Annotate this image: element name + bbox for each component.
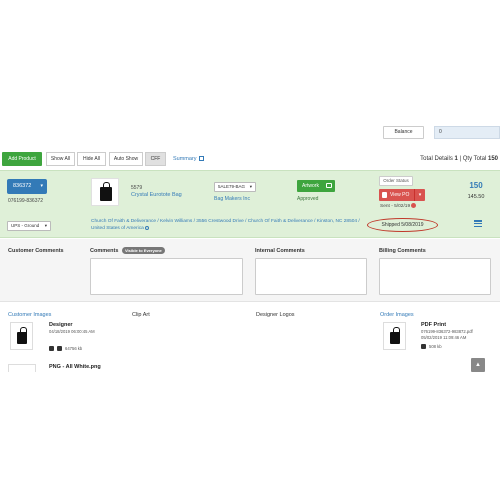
scroll-to-top-button[interactable]: ▲ — [471, 358, 485, 372]
auto-show-button[interactable]: Auto Show — [109, 152, 143, 166]
summary-label: Summary — [173, 156, 197, 162]
sku-select-value: 5ALE79-BAG — [218, 184, 246, 189]
sub-order-number: 076199-836372 — [8, 198, 44, 204]
order-images-link[interactable]: Order Images — [380, 312, 414, 318]
shipped-status: Shipped 5/08/2019 — [367, 218, 438, 232]
shipping-method-value: UPS - Ground — [11, 223, 40, 228]
designer-image-date: 04/18/2019 06:00:45 AM — [49, 329, 95, 334]
add-product-button[interactable]: Add Product — [2, 152, 42, 166]
bag-image-icon — [100, 182, 112, 201]
balance-button[interactable]: Balance — [383, 126, 424, 139]
vendor-link[interactable]: Bag Makers Inc — [214, 196, 250, 202]
totals-prefix: Total Details — [420, 156, 453, 162]
pdf-image-size: 508 kb — [429, 344, 442, 349]
chevron-down-icon: ▾ — [44, 223, 47, 228]
mail-icon[interactable] — [57, 346, 62, 352]
balance-field[interactable]: 0 — [434, 126, 500, 139]
hamburger-menu-icon[interactable] — [474, 220, 482, 228]
shipping-method-select[interactable]: UPS - Ground ▾ — [7, 221, 51, 231]
sent-status: Sent - 5/02/19 — [380, 203, 417, 209]
internal-comments-label: Internal Comments — [255, 248, 305, 254]
pdf-image-file: 076199-836372-983872.pdf — [421, 329, 473, 334]
order-number: 836372 — [13, 183, 32, 189]
comments-title: Comments — [90, 247, 119, 254]
bag-image-icon — [17, 327, 27, 344]
customer-images-link[interactable]: Customer Images — [8, 312, 51, 318]
shipping-address-text: Church Of Faith & Deliverance / Kelvin W… — [91, 219, 360, 231]
pdf-image-date: 05/02/2019 11:09:46 AM — [421, 335, 467, 340]
internal-comments-textarea[interactable] — [255, 258, 367, 295]
sent-label: Sent - 5/02/19 — [380, 203, 411, 209]
external-link-icon — [199, 156, 205, 162]
hide-all-button[interactable]: Hide All — [77, 152, 106, 166]
product-name-link[interactable]: Crystal Eurotote Bag — [131, 192, 182, 198]
view-po-dropdown[interactable]: ▾ — [414, 189, 425, 201]
shipping-address-link[interactable]: Church Of Faith & Deliverance / Kelvin W… — [91, 218, 361, 232]
designer-logos-label: Designer Logos — [256, 312, 295, 318]
arrow-up-icon: ▲ — [475, 362, 481, 368]
cff-button[interactable]: CFF — [145, 152, 166, 166]
png-image-name: PNG - All White.png — [49, 364, 101, 370]
chevron-down-icon: ▾ — [40, 183, 43, 189]
designer-image-actions: 64756 kb — [49, 346, 82, 352]
total-count: 1 — [454, 156, 458, 162]
customer-comments-label: Customer Comments — [8, 248, 64, 254]
product-code: 5579 — [131, 185, 143, 191]
billing-comments-textarea[interactable] — [379, 258, 491, 295]
product-thumbnail[interactable] — [91, 178, 119, 206]
designer-image-thumbnail[interactable] — [10, 322, 33, 350]
sku-select[interactable]: 5ALE79-BAG ▾ — [214, 182, 256, 192]
png-image-thumbnail[interactable] — [8, 364, 36, 372]
artwork-button[interactable]: Artwork — [297, 180, 335, 192]
download-icon[interactable] — [49, 346, 54, 352]
pdf-image-name: PDF Print — [421, 322, 447, 328]
chevron-down-icon: ▾ — [249, 184, 252, 189]
order-number-button[interactable]: 836372 ▾ — [7, 179, 47, 194]
mail-icon[interactable] — [421, 344, 426, 350]
comments-label: Comments Visible to Everyone — [90, 247, 165, 254]
designer-image-size: 64756 kb — [65, 346, 83, 351]
search-icon — [145, 225, 150, 230]
approval-status: Approved — [297, 196, 319, 202]
clip-art-label: Clip Art — [132, 312, 150, 318]
view-po-label: View PO — [390, 192, 410, 198]
warning-icon — [411, 203, 417, 208]
show-all-button[interactable]: Show All — [46, 152, 75, 166]
qty-prefix: | Qty Total — [459, 156, 487, 162]
price-value: 145.50 — [467, 194, 485, 200]
qty-total: 150 — [487, 156, 498, 162]
pdf-image-thumbnail[interactable] — [383, 322, 406, 350]
summary-link[interactable]: Summary — [173, 152, 205, 166]
quantity-value: 150 — [469, 181, 483, 190]
view-po-button[interactable]: View PO — [379, 189, 414, 201]
pdf-image-actions: 508 kb — [421, 344, 442, 350]
artwork-label: Artwork — [302, 183, 319, 189]
order-status-button[interactable]: Order Status — [379, 176, 413, 186]
comments-textarea[interactable] — [90, 258, 243, 295]
bag-image-icon — [390, 327, 400, 344]
visible-badge: Visible to Everyone — [121, 247, 165, 254]
pdf-icon — [382, 192, 387, 198]
image-icon — [326, 183, 332, 188]
designer-image-name: Designer — [49, 322, 73, 328]
totals-summary: Total Details 1 | Qty Total 150 — [420, 152, 498, 166]
billing-comments-label: Billing Comments — [379, 248, 426, 254]
